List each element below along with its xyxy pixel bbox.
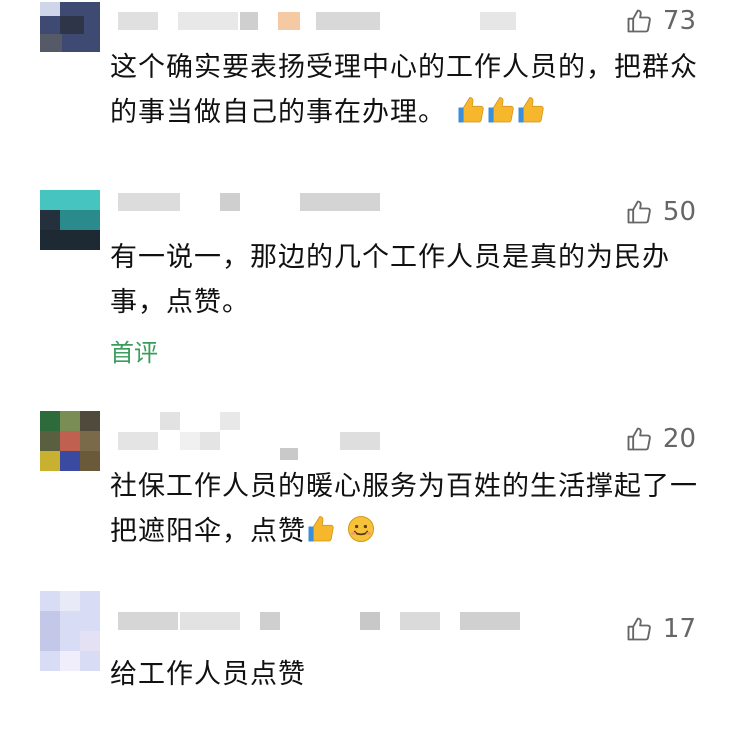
thumbs-up-emoji-icon [306, 516, 336, 547]
avatar[interactable] [40, 591, 100, 671]
like-button[interactable]: 73 [625, 6, 696, 36]
thumbs-up-outline-icon [627, 9, 651, 33]
like-button[interactable]: 17 [625, 614, 696, 644]
comment-text-content: 这个确实要表扬受理中心的工作人员的，把群众的事当做自己的事在办理。 [110, 52, 698, 128]
like-count: 73 [662, 6, 696, 36]
like-button[interactable]: 50 [625, 197, 696, 227]
comment-text: 给工作人员点赞 [110, 652, 710, 697]
comment-text: 社保工作人员的暖心服务为百姓的生活撑起了一把遮阳伞，点赞 [110, 464, 710, 554]
like-count: 17 [662, 614, 696, 644]
avatar[interactable] [40, 190, 100, 250]
thumbs-up-outline-icon [627, 617, 651, 641]
comment-text: 这个确实要表扬受理中心的工作人员的，把群众的事当做自己的事在办理。 [110, 45, 710, 135]
thumbs-up-emoji-icon [456, 97, 546, 128]
comment-text-content: 社保工作人员的暖心服务为百姓的生活撑起了一把遮阳伞，点赞 [110, 471, 698, 547]
avatar[interactable] [40, 411, 100, 471]
thumbs-up-outline-icon [627, 200, 651, 224]
like-count: 20 [662, 424, 696, 454]
first-comment-badge: 首评 [110, 339, 158, 367]
smile-emoji-icon [346, 516, 376, 547]
comment-text: 有一说一，那边的几个工作人员是真的为民办事，点赞。 [110, 235, 710, 325]
thumbs-up-outline-icon [627, 427, 651, 451]
like-count: 50 [662, 197, 696, 227]
comment-text-content: 给工作人员点赞 [110, 659, 306, 690]
avatar[interactable] [40, 2, 100, 52]
like-button[interactable]: 20 [625, 424, 696, 454]
comment-text-content: 有一说一，那边的几个工作人员是真的为民办事，点赞。 [110, 242, 670, 318]
